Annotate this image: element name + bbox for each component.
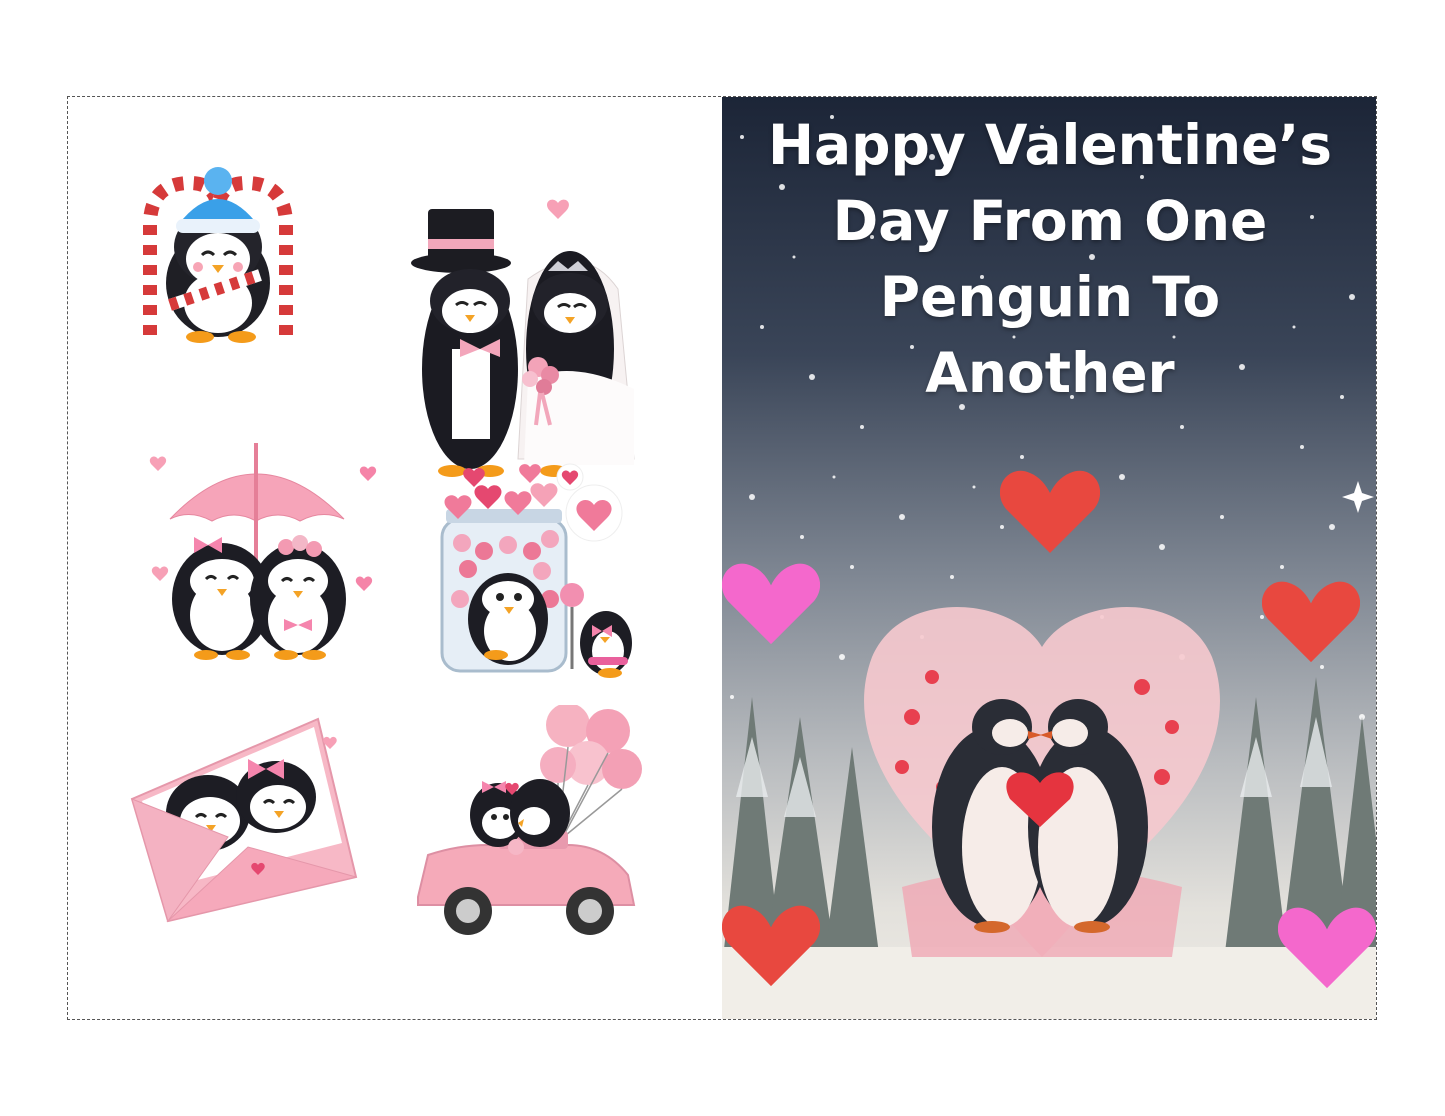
umbrella-penguins-sticker bbox=[149, 443, 377, 660]
card-greeting-title: Happy Valentine’s Day From One Penguin T… bbox=[722, 107, 1376, 411]
card-front-panel: Happy Valentine’s Day From One Penguin T… bbox=[722, 97, 1376, 1019]
sticker-panel bbox=[68, 97, 722, 1019]
card-sheet: Happy Valentine’s Day From One Penguin T… bbox=[67, 96, 1377, 1020]
heart-icon-red-bottom-left bbox=[722, 905, 820, 987]
heart-icon-pink-left bbox=[722, 563, 820, 645]
title-line-1: Happy Valentine’s bbox=[767, 113, 1333, 177]
kissing-penguins-illustration bbox=[864, 607, 1220, 957]
heart-icon-red-right bbox=[1262, 581, 1360, 663]
heart-icon-red-top bbox=[1000, 470, 1100, 553]
title-line-4: Another bbox=[925, 341, 1175, 405]
wedding-penguins-sticker bbox=[411, 199, 635, 477]
title-line-3: Penguin To bbox=[879, 265, 1221, 329]
car-balloons-penguins-sticker bbox=[417, 705, 642, 935]
title-line-2: Day From One bbox=[832, 189, 1268, 253]
candy-cane-penguin-sticker bbox=[143, 167, 293, 343]
heart-jar-penguins-sticker bbox=[440, 463, 632, 678]
heart-icon-pink-bottom-right bbox=[1278, 907, 1376, 989]
envelope-penguins-sticker bbox=[130, 717, 358, 923]
